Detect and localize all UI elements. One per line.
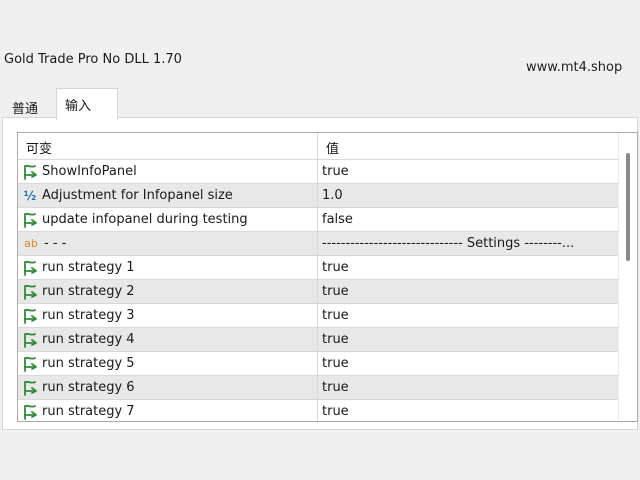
variable-cell[interactable]: ab - - - [18, 232, 318, 255]
variable-cell[interactable]: run strategy 2 [18, 280, 318, 303]
table-row[interactable]: run strategy 3 true [18, 304, 637, 328]
variable-cell[interactable]: run strategy 6 [18, 376, 318, 399]
parameters-grid: 可变 值 ShowInfoPanel true ½ Adjustment for In… [17, 132, 638, 422]
table-row[interactable]: run strategy 5 true [18, 352, 637, 376]
variable-cell[interactable]: run strategy 5 [18, 352, 318, 375]
variable-name: run strategy 3 [42, 308, 135, 323]
variable-name: run strategy 5 [42, 356, 135, 371]
value-cell[interactable]: true [318, 160, 616, 183]
ab-string-icon: ab [24, 237, 38, 250]
value-cell[interactable]: true [318, 280, 616, 303]
inputs-panel: 可变 值 ShowInfoPanel true ½ Adjustment for In… [2, 117, 638, 430]
variable-name: - - - [44, 236, 67, 251]
bool-arrow-icon [22, 308, 38, 324]
bool-arrow-icon [22, 260, 38, 276]
variable-name: run strategy 1 [42, 260, 135, 275]
table-row[interactable]: update infopanel during testing false [18, 208, 637, 232]
table-row[interactable]: ShowInfoPanel true [18, 160, 637, 184]
table-row[interactable]: run strategy 1 true [18, 256, 637, 280]
tab-bar: 普通 输入 [2, 88, 638, 120]
grid-rows: ShowInfoPanel true ½ Adjustment for Infopan… [18, 160, 637, 421]
value-cell[interactable]: false [318, 208, 616, 231]
value-cell[interactable]: true [318, 352, 616, 375]
bool-arrow-icon [22, 212, 38, 228]
watermark-text: www.mt4.shop [526, 60, 623, 75]
bool-arrow-icon [22, 404, 38, 420]
variable-cell[interactable]: ½ Adjustment for Infopanel size [18, 184, 318, 207]
table-row[interactable]: run strategy 6 true [18, 376, 637, 400]
variable-name: Adjustment for Infopanel size [42, 188, 233, 203]
bool-arrow-icon [22, 164, 38, 180]
vertical-scrollbar[interactable] [618, 133, 637, 421]
table-row[interactable]: run strategy 4 true [18, 328, 637, 352]
value-cell[interactable]: true [318, 256, 616, 279]
bool-arrow-icon [22, 380, 38, 396]
value-cell[interactable]: true [318, 400, 616, 421]
tab-inputs[interactable]: 输入 [56, 88, 118, 120]
value-cell[interactable]: ------------------------------ Settings … [318, 232, 616, 255]
value-cell[interactable]: 1.0 [318, 184, 616, 207]
window-title: Gold Trade Pro No DLL 1.70 [4, 52, 182, 67]
variable-name: run strategy 6 [42, 380, 135, 395]
header-variable[interactable]: 可变 [18, 133, 318, 159]
table-row[interactable]: run strategy 2 true [18, 280, 637, 304]
variable-name: update infopanel during testing [42, 212, 248, 227]
variable-cell[interactable]: ShowInfoPanel [18, 160, 318, 183]
value-cell[interactable]: true [318, 328, 616, 351]
table-row[interactable]: ½ Adjustment for Infopanel size 1.0 [18, 184, 637, 208]
variable-cell[interactable]: run strategy 1 [18, 256, 318, 279]
bool-arrow-icon [22, 332, 38, 348]
table-row[interactable]: ab - - - ------------------------------ Se… [18, 232, 637, 256]
variable-name: run strategy 7 [42, 404, 135, 419]
half-fraction-icon: ½ [23, 188, 37, 203]
value-cell[interactable]: true [318, 376, 616, 399]
bool-arrow-icon [22, 284, 38, 300]
grid-header: 可变 值 [18, 133, 637, 160]
header-value[interactable]: 值 [318, 133, 616, 159]
tab-general[interactable]: 普通 [4, 94, 54, 118]
variable-cell[interactable]: run strategy 7 [18, 400, 318, 421]
value-cell[interactable]: true [318, 304, 616, 327]
table-row[interactable]: run strategy 7 true [18, 400, 637, 421]
bool-arrow-icon [22, 356, 38, 372]
scrollbar-thumb[interactable] [626, 153, 630, 261]
variable-cell[interactable]: update infopanel during testing [18, 208, 318, 231]
variable-cell[interactable]: run strategy 4 [18, 328, 318, 351]
variable-cell[interactable]: run strategy 3 [18, 304, 318, 327]
variable-name: run strategy 4 [42, 332, 135, 347]
variable-name: run strategy 2 [42, 284, 135, 299]
variable-name: ShowInfoPanel [42, 164, 137, 179]
